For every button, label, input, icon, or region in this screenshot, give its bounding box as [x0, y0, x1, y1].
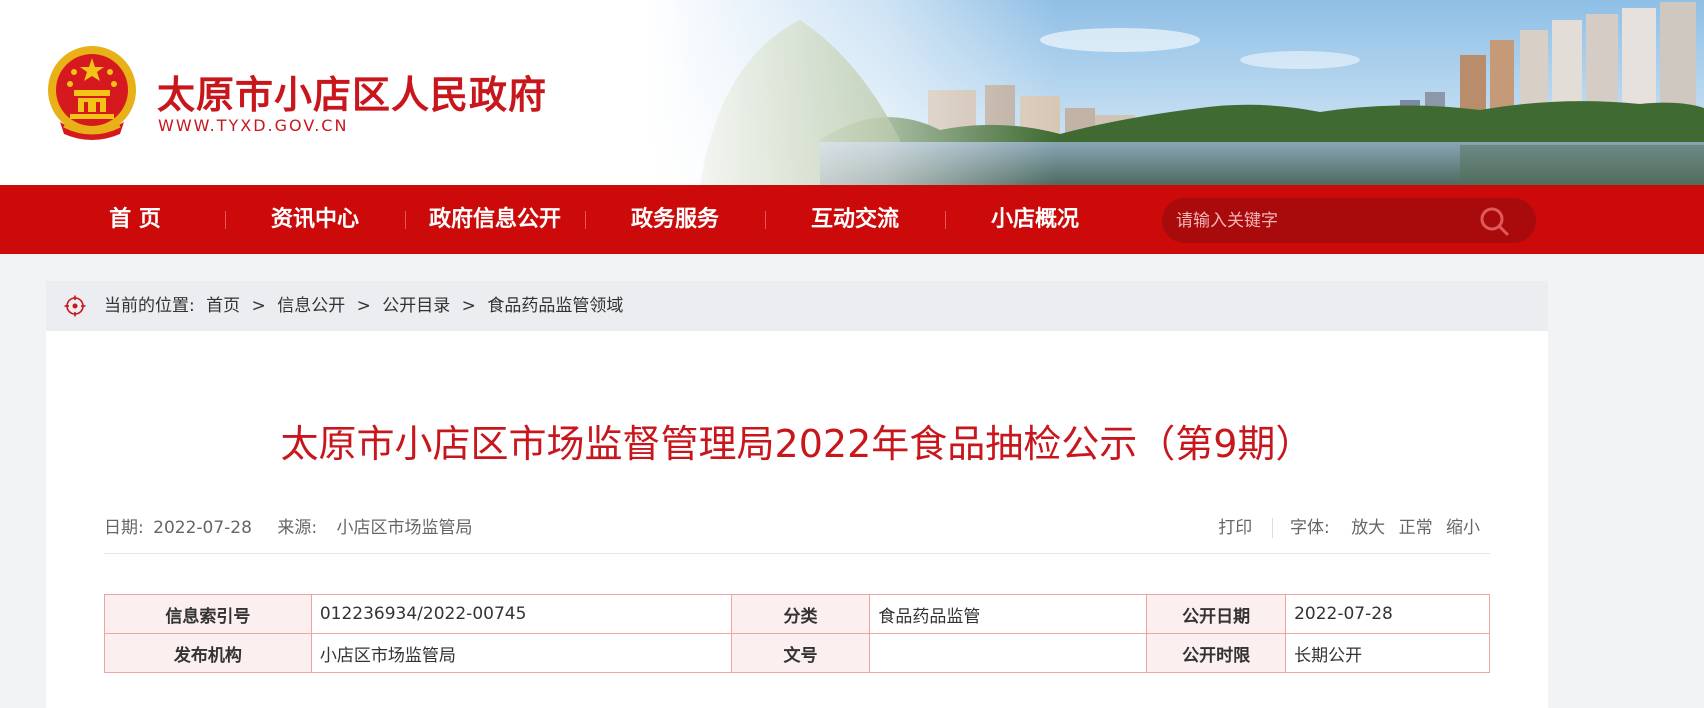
- breadcrumb-separator: >: [251, 296, 266, 316]
- font-size-label: 字体:: [1290, 518, 1330, 538]
- breadcrumb: 当前的位置: 首页 > 信息公开 > 公开目录 > 食品药品监管领域: [46, 281, 1548, 331]
- nav-item-services[interactable]: 政务服务: [585, 185, 765, 254]
- breadcrumb-separator: >: [461, 296, 476, 316]
- date-value: 2022-07-28: [153, 518, 252, 538]
- font-large-button[interactable]: 放大: [1351, 518, 1385, 538]
- breadcrumb-link-home[interactable]: 首页: [206, 296, 240, 316]
- breadcrumb-link-food-drug[interactable]: 食品药品监管领域: [487, 296, 623, 316]
- article-title: 太原市小店区市场监督管理局2022年食品抽检公示（第9期）: [280, 422, 1314, 466]
- article-tools: 打印 字体: 放大 正常 缩小: [1210, 513, 1480, 538]
- article-panel: 太原市小店区市场监督管理局2022年食品抽检公示（第9期） 日期: 2022-0…: [46, 331, 1548, 708]
- org-value: 小店区市场监管局: [310, 633, 732, 673]
- nav-item-gov-info[interactable]: 政府信息公开: [405, 185, 585, 254]
- font-normal-button[interactable]: 正常: [1399, 518, 1433, 538]
- search-input[interactable]: [1176, 198, 1476, 243]
- index-label: 信息索引号: [104, 594, 312, 634]
- date-label: 日期:: [104, 518, 144, 538]
- category-value: 食品药品监管: [869, 594, 1148, 634]
- nav-item-overview[interactable]: 小店概况: [945, 185, 1125, 254]
- breadcrumb-prefix: 当前的位置:: [104, 296, 195, 316]
- location-icon: [64, 295, 86, 317]
- breadcrumb-separator: >: [356, 296, 371, 316]
- site-domain: WWW.TYXD.GOV.CN: [158, 116, 349, 135]
- index-value: 012236934/2022-00745: [310, 594, 732, 634]
- breadcrumb-link-info[interactable]: 信息公开: [277, 296, 345, 316]
- pubdate-label: 公开日期: [1146, 594, 1287, 634]
- article-meta: 日期: 2022-07-28 来源: 小店区市场监管局: [104, 513, 476, 538]
- print-button[interactable]: 打印: [1218, 518, 1252, 538]
- search-box: [1162, 198, 1536, 243]
- nav-item-home[interactable]: 首 页: [45, 185, 225, 254]
- main-nav: 首 页 资讯中心 政府信息公开 政务服务 互动交流 小店概况: [0, 185, 1704, 254]
- nav-item-news[interactable]: 资讯中心: [225, 185, 405, 254]
- docno-value: [869, 633, 1148, 673]
- tools-divider: [1271, 518, 1273, 538]
- breadcrumb-link-catalog[interactable]: 公开目录: [382, 296, 450, 316]
- info-table: 信息索引号 012236934/2022-00745 分类 食品药品监管 公开日…: [104, 594, 1490, 673]
- header-banner: 太原市小店区人民政府 WWW.TYXD.GOV.CN: [0, 0, 1704, 185]
- site-name: 太原市小店区人民政府: [157, 73, 548, 117]
- meta-divider: [104, 553, 1490, 554]
- pubdate-value: 2022-07-28: [1285, 594, 1490, 634]
- source-value: 小店区市场监管局: [336, 518, 473, 538]
- breadcrumb-text: 当前的位置: 首页 > 信息公开 > 公开目录 > 食品药品监管领域: [104, 281, 629, 331]
- source-label: 来源:: [277, 518, 318, 538]
- table-row: 信息索引号 012236934/2022-00745 分类 食品药品监管 公开日…: [104, 594, 1490, 634]
- term-value: 长期公开: [1285, 633, 1490, 673]
- search-icon[interactable]: [1478, 205, 1510, 237]
- category-label: 分类: [730, 594, 871, 634]
- table-row: 发布机构 小店区市场监管局 文号 公开时限 长期公开: [104, 633, 1490, 673]
- term-label: 公开时限: [1146, 633, 1287, 673]
- font-small-button[interactable]: 缩小: [1446, 518, 1480, 538]
- org-label: 发布机构: [104, 633, 312, 673]
- national-emblem-icon: [48, 46, 136, 140]
- docno-label: 文号: [730, 633, 871, 673]
- nav-item-interaction[interactable]: 互动交流: [765, 185, 945, 254]
